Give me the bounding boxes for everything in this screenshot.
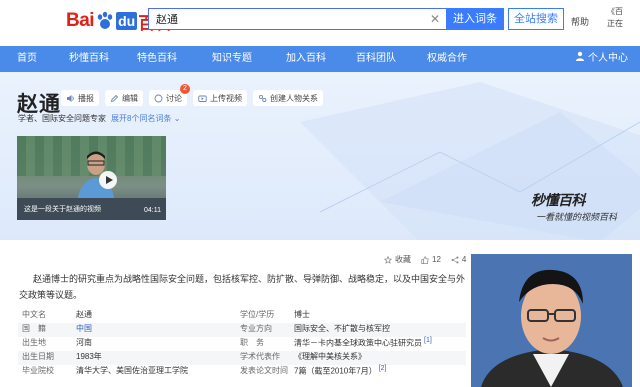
nav-item-team[interactable]: 百科团队 bbox=[356, 46, 396, 72]
discuss-button[interactable]: 讨论 2 bbox=[149, 84, 190, 106]
star-icon bbox=[383, 255, 393, 264]
info-key: 职 务 bbox=[240, 338, 264, 347]
speaker-icon bbox=[66, 94, 75, 103]
entry-subtitle: 学者、国际安全问题专家 bbox=[18, 114, 106, 123]
main-nav: 首页 秒懂百科 特色百科 知识专题 加入百科 百科团队 权威合作 个人中心 bbox=[0, 46, 640, 72]
info-key: 专业方向 bbox=[240, 324, 272, 333]
help-link[interactable]: 帮助 bbox=[571, 15, 589, 28]
summary-paragraph: 赵通博士的研究重点为战略性国际安全问题，包括核军控、防扩散、导弹防御、战略稳定，… bbox=[19, 271, 467, 303]
reference-link[interactable]: [2] bbox=[379, 365, 387, 372]
info-key: 发表论文时间 bbox=[240, 366, 288, 375]
info-value: 1983年 bbox=[76, 352, 102, 361]
info-key: 中文名 bbox=[22, 310, 46, 319]
play-icon[interactable] bbox=[99, 171, 117, 189]
video-duration: 04:11 bbox=[144, 207, 161, 214]
broadcast-label: 播报 bbox=[78, 93, 94, 103]
entry-tools: 收藏 12 4 bbox=[383, 254, 466, 265]
chevron-down-icon: ⌄ bbox=[173, 114, 181, 123]
info-key: 学术代表作 bbox=[240, 352, 280, 361]
broadcast-button[interactable]: 播报 bbox=[61, 90, 99, 106]
site-search-button[interactable]: 全站搜索 bbox=[508, 8, 564, 30]
user-center-link[interactable]: 个人中心 bbox=[575, 46, 628, 72]
logo-bai: Bai bbox=[66, 10, 95, 31]
discuss-count-badge: 2 bbox=[180, 84, 190, 94]
relation-icon bbox=[258, 94, 267, 103]
info-row: 出生地 河南 职 务 清华－卡内基全球政策中心驻研究员 [1] bbox=[18, 337, 466, 351]
info-value-text: 清华－卡内基全球政策中心驻研究员 bbox=[294, 338, 422, 348]
nav-item-miaodong[interactable]: 秒懂百科 bbox=[69, 46, 109, 72]
nav-item-partners[interactable]: 权威合作 bbox=[427, 46, 467, 72]
info-key: 出生地 bbox=[22, 338, 46, 347]
collect-button[interactable]: 收藏 bbox=[383, 254, 411, 265]
info-row: 中文名 赵通 学位/学历 博士 bbox=[18, 309, 466, 323]
edit-label: 编辑 bbox=[122, 93, 138, 103]
discuss-label: 讨论 bbox=[166, 93, 182, 103]
nav-item-topics[interactable]: 知识专题 bbox=[212, 46, 252, 72]
reference-link[interactable]: [1] bbox=[424, 337, 432, 344]
expand-homonyms-link[interactable]: 展开8个同名词条 ⌄ bbox=[111, 113, 180, 124]
share-button[interactable]: 4 bbox=[451, 255, 466, 264]
edit-button[interactable]: 编辑 bbox=[105, 90, 143, 106]
edit-icon bbox=[110, 94, 119, 103]
info-value: 博士 bbox=[294, 310, 310, 319]
search-input[interactable] bbox=[149, 9, 419, 29]
info-value: 清华－卡内基全球政策中心驻研究员 [1] bbox=[294, 337, 432, 349]
create-relation-button[interactable]: 创建人物关系 bbox=[253, 90, 323, 106]
portrait-photo[interactable] bbox=[471, 254, 632, 387]
info-value: 河南 bbox=[76, 338, 92, 347]
top-right-line2: 正在 bbox=[607, 19, 623, 28]
collect-label: 收藏 bbox=[395, 255, 411, 264]
paw-icon bbox=[95, 11, 115, 31]
upload-video-button[interactable]: 上传视频 bbox=[193, 90, 247, 106]
clear-search-icon[interactable]: ✕ bbox=[430, 12, 440, 26]
info-row: 国 籍 中国 专业方向 国际安全、不扩散与核军控 bbox=[18, 323, 466, 337]
user-icon bbox=[575, 46, 585, 72]
info-key: 毕业院校 bbox=[22, 366, 54, 375]
brand-slogan: 一看就懂的视频百科 bbox=[536, 212, 618, 222]
video-player[interactable]: 这是一段关于赵通的视频 04:11 bbox=[17, 136, 166, 220]
like-count: 12 bbox=[432, 255, 441, 264]
user-center-label: 个人中心 bbox=[588, 53, 628, 64]
upload-video-label: 上传视频 bbox=[210, 93, 242, 103]
info-value: 清华大学、美国佐治亚理工学院 bbox=[76, 366, 188, 375]
top-bar: Bai du 百科 ✕ 进入词条 全站搜索 帮助 《百 正在 bbox=[0, 0, 640, 44]
expand-homonyms-label: 展开8个同名词条 bbox=[111, 114, 172, 123]
summary-text: 赵通博士的研究重点为战略性国际安全问题，包括核军控、防扩散、导弹防御、战略稳定，… bbox=[19, 274, 466, 300]
nav-item-featured[interactable]: 特色百科 bbox=[137, 46, 177, 72]
info-key: 出生日期 bbox=[22, 352, 54, 361]
info-value: 赵通 bbox=[76, 310, 92, 319]
portrait-image bbox=[471, 254, 632, 387]
miaodong-brand-logo: 秒懂百科 bbox=[531, 192, 586, 208]
search-box: ✕ bbox=[148, 8, 446, 30]
thumbs-up-icon bbox=[421, 255, 429, 264]
share-count: 4 bbox=[461, 255, 467, 264]
nav-item-home[interactable]: 首页 bbox=[17, 46, 37, 72]
enter-entry-button[interactable]: 进入词条 bbox=[446, 8, 504, 30]
info-value: 国际安全、不扩散与核军控 bbox=[294, 324, 390, 333]
nav-item-join[interactable]: 加入百科 bbox=[286, 46, 326, 72]
info-value-text: 7篇（截至2010年7月） bbox=[294, 366, 377, 376]
info-key: 国 籍 bbox=[22, 324, 46, 333]
video-caption: 这是一段关于赵通的视频 bbox=[24, 206, 101, 213]
share-icon bbox=[451, 256, 459, 264]
create-relation-label: 创建人物关系 bbox=[270, 93, 318, 103]
nationality-link[interactable]: 中国 bbox=[76, 323, 92, 334]
entry-actions: 播报 编辑 讨论 2 上传视频 创建人物关系 bbox=[61, 84, 323, 106]
info-value: 7篇（截至2010年7月） [2] bbox=[294, 365, 387, 377]
top-right-line1: 《百 bbox=[607, 7, 623, 16]
logo-du: du bbox=[116, 12, 138, 30]
like-button[interactable]: 12 bbox=[421, 255, 441, 264]
info-value: 《理解中美核关系》 bbox=[294, 352, 366, 361]
top-right-notice[interactable]: 《百 正在 bbox=[607, 6, 623, 30]
info-row: 毕业院校 清华大学、美国佐治亚理工学院 发表论文时间 7篇（截至2010年7月）… bbox=[18, 365, 466, 379]
comment-icon bbox=[154, 94, 163, 103]
video-upload-icon bbox=[198, 94, 207, 103]
info-key: 学位/学历 bbox=[240, 310, 275, 319]
info-row: 出生日期 1983年 学术代表作 《理解中美核关系》 bbox=[18, 351, 466, 365]
